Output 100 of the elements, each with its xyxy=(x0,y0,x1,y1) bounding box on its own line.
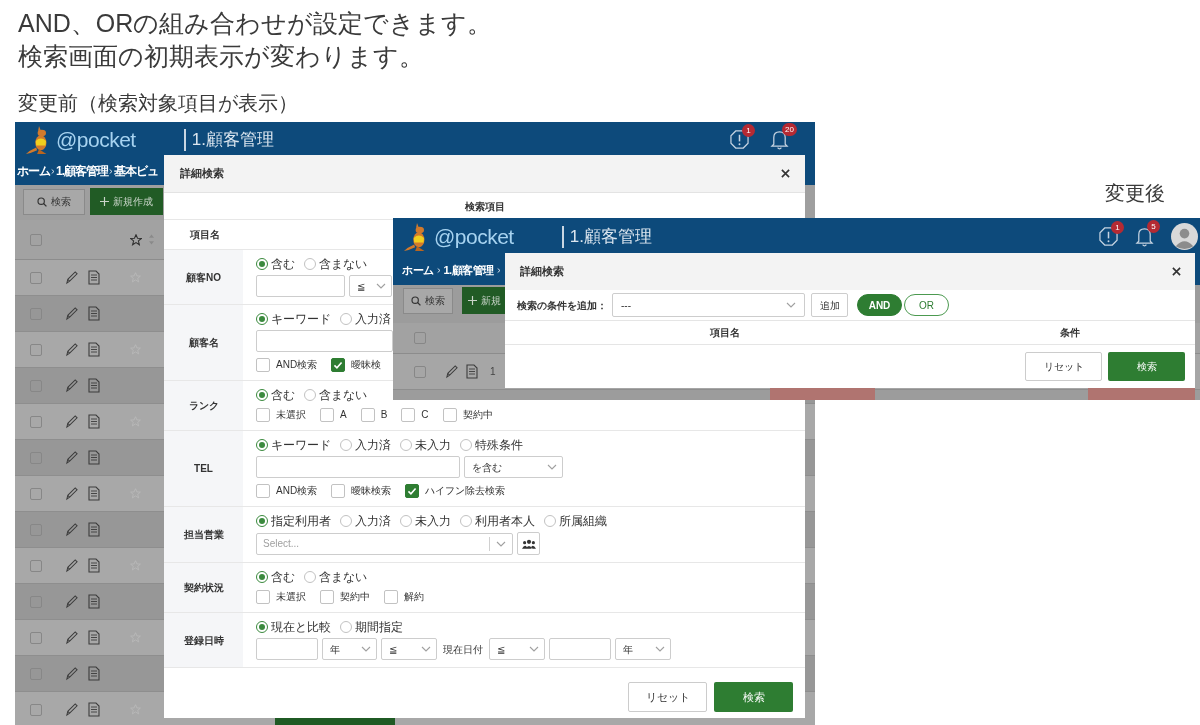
pencil-icon[interactable] xyxy=(65,522,78,537)
radio-option[interactable]: 特殊条件 xyxy=(460,438,523,452)
radio-icon[interactable] xyxy=(400,515,412,527)
radio-icon[interactable] xyxy=(256,389,268,401)
radio-option[interactable]: キーワード xyxy=(256,438,331,452)
document-icon[interactable] xyxy=(466,364,478,379)
pencil-icon[interactable] xyxy=(65,666,78,681)
checkbox-icon[interactable] xyxy=(256,589,270,604)
select-field[interactable]: ≦ xyxy=(489,638,545,660)
select-field[interactable]: 年 xyxy=(322,638,377,660)
select-field[interactable]: 年 xyxy=(615,638,671,660)
radio-icon[interactable] xyxy=(304,571,316,583)
close-icon[interactable] xyxy=(1172,267,1181,276)
star-icon[interactable] xyxy=(130,233,142,246)
checkbox-option[interactable]: 契約中 xyxy=(442,407,493,422)
radio-icon[interactable] xyxy=(400,439,412,451)
checkbox-option[interactable]: AND検索 xyxy=(256,483,318,498)
radio-icon[interactable] xyxy=(544,515,556,527)
search-button[interactable]: 検索 xyxy=(714,682,793,712)
radio-option[interactable]: 未入力 xyxy=(400,438,451,452)
radio-icon[interactable] xyxy=(340,515,352,527)
radio-option[interactable]: 含む xyxy=(256,388,295,402)
radio-icon[interactable] xyxy=(460,439,472,451)
radio-icon[interactable] xyxy=(256,439,268,451)
checkbox-icon[interactable] xyxy=(331,357,346,372)
radio-icon[interactable] xyxy=(256,313,268,325)
checkbox[interactable] xyxy=(30,233,42,246)
input-field[interactable] xyxy=(549,638,611,660)
close-icon[interactable] xyxy=(781,169,790,178)
logic-toggle[interactable]: OR xyxy=(904,294,949,316)
checkbox-option[interactable]: ハイフン除去検索 xyxy=(405,483,506,498)
pencil-icon[interactable] xyxy=(65,378,78,393)
input-field[interactable] xyxy=(256,275,345,297)
checkbox[interactable] xyxy=(30,343,42,356)
document-icon[interactable] xyxy=(88,630,100,645)
checkbox[interactable] xyxy=(30,703,42,716)
pencil-icon[interactable] xyxy=(65,486,78,501)
breadcrumb-link[interactable]: ホーム xyxy=(17,164,50,178)
document-icon[interactable] xyxy=(88,414,100,429)
search-button[interactable]: 検索 xyxy=(23,188,85,215)
checkbox-option[interactable]: C xyxy=(401,407,429,422)
pencil-icon[interactable] xyxy=(65,450,78,465)
pencil-icon[interactable] xyxy=(65,630,78,645)
checkbox-option[interactable]: 曖昧検索 xyxy=(331,483,392,498)
checkbox-icon[interactable] xyxy=(405,483,420,498)
radio-option[interactable]: 所属組織 xyxy=(544,514,607,528)
checkbox[interactable] xyxy=(30,415,42,428)
checkbox[interactable] xyxy=(30,559,42,572)
document-icon[interactable] xyxy=(88,378,100,393)
radio-option[interactable]: 含む xyxy=(256,570,295,584)
document-icon[interactable] xyxy=(88,594,100,609)
radio-icon[interactable] xyxy=(304,389,316,401)
checkbox-option[interactable]: 曖昧検 xyxy=(331,357,382,372)
checkbox-option[interactable]: AND検索 xyxy=(256,357,318,372)
checkbox-icon[interactable] xyxy=(256,483,270,498)
pencil-icon[interactable] xyxy=(65,558,78,573)
radio-icon[interactable] xyxy=(460,515,472,527)
radio-icon[interactable] xyxy=(256,571,268,583)
logic-toggle[interactable]: AND xyxy=(857,294,902,316)
checkbox-icon[interactable] xyxy=(256,357,270,372)
checkbox-option[interactable]: 解約 xyxy=(384,589,424,604)
radio-option[interactable]: 含まない xyxy=(304,570,367,584)
input-field[interactable] xyxy=(256,456,460,478)
checkbox-icon[interactable] xyxy=(384,589,398,604)
bell-icon[interactable] xyxy=(1135,226,1154,247)
document-icon[interactable] xyxy=(88,558,100,573)
checkbox[interactable] xyxy=(30,631,42,644)
checkbox-icon[interactable] xyxy=(360,407,375,422)
input-field[interactable] xyxy=(256,330,393,352)
reset-button[interactable]: リセット xyxy=(628,682,707,712)
checkbox-option[interactable]: B xyxy=(360,407,388,422)
radio-option[interactable]: 入力済 xyxy=(340,312,391,326)
pencil-icon[interactable] xyxy=(65,342,78,357)
pencil-icon[interactable] xyxy=(445,364,458,379)
checkbox-icon[interactable] xyxy=(320,407,334,422)
checkbox[interactable] xyxy=(414,332,426,344)
document-icon[interactable] xyxy=(88,306,100,321)
radio-option[interactable]: 含まない xyxy=(304,257,367,271)
search-button[interactable]: 検索 xyxy=(1108,352,1185,381)
select-field[interactable]: を含む xyxy=(464,456,563,478)
radio-option[interactable]: 期間指定 xyxy=(340,620,403,634)
checkbox-icon[interactable] xyxy=(331,483,346,498)
checkbox[interactable] xyxy=(414,365,426,378)
radio-option[interactable]: 含まない xyxy=(304,388,367,402)
users-button[interactable] xyxy=(517,532,540,555)
radio-icon[interactable] xyxy=(304,258,316,270)
checkbox-option[interactable]: 未選択 xyxy=(256,589,306,604)
checkbox-icon[interactable] xyxy=(320,589,334,604)
checkbox-icon[interactable] xyxy=(256,407,270,422)
checkbox-option[interactable]: 未選択 xyxy=(256,407,306,422)
alert-icon[interactable] xyxy=(730,130,749,149)
checkbox-icon[interactable] xyxy=(442,407,457,422)
document-icon[interactable] xyxy=(88,666,100,681)
document-icon[interactable] xyxy=(88,450,100,465)
radio-option[interactable]: 現在と比較 xyxy=(256,620,331,634)
document-icon[interactable] xyxy=(88,522,100,537)
select-field[interactable]: ≦ xyxy=(381,638,437,660)
radio-option[interactable]: 未入力 xyxy=(400,514,451,528)
radio-option[interactable]: 指定利用者 xyxy=(256,514,331,528)
checkbox[interactable] xyxy=(30,271,42,284)
